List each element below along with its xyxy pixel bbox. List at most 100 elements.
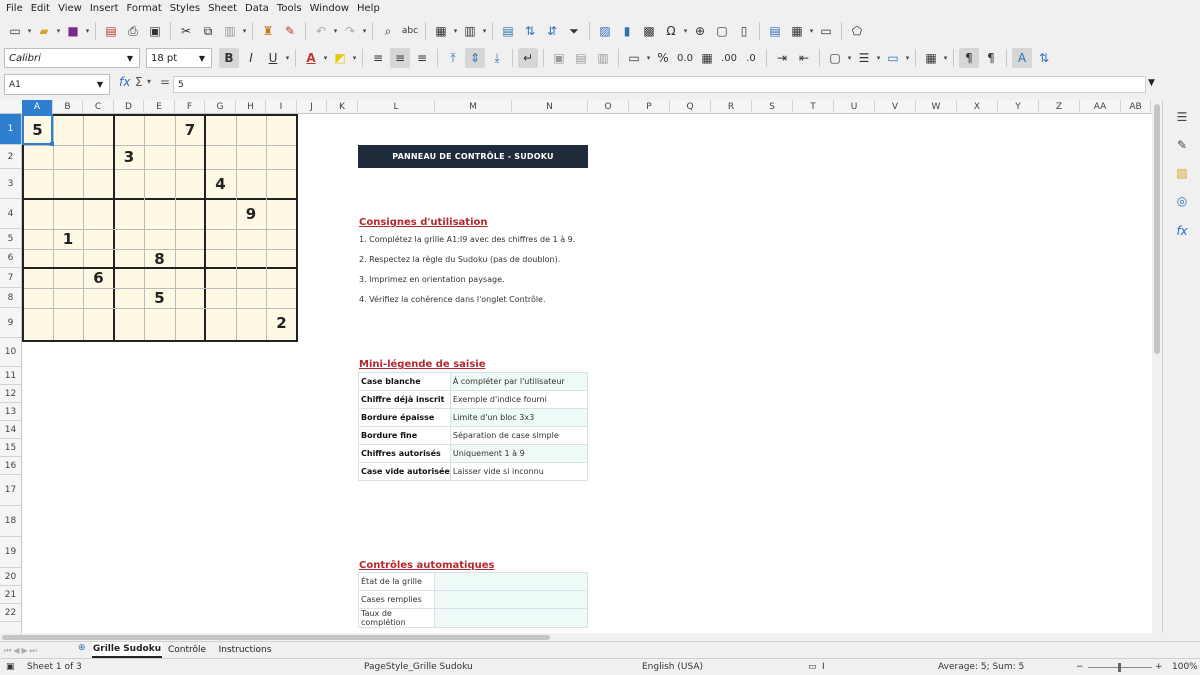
formula-input[interactable]: 5 bbox=[173, 76, 1146, 93]
header-footer-icon[interactable]: ▯ bbox=[734, 21, 754, 41]
freeze-dropdown-icon[interactable]: ▾ bbox=[808, 27, 815, 35]
menu-edit[interactable]: Edit bbox=[29, 3, 56, 14]
language[interactable]: English (USA) bbox=[642, 662, 703, 672]
menu-tools[interactable]: Tools bbox=[275, 3, 308, 14]
row-header-22[interactable]: 22 bbox=[0, 604, 21, 622]
formula-icon[interactable]: = bbox=[160, 75, 170, 89]
border-color-icon[interactable]: ▭ bbox=[883, 48, 903, 68]
text-direction-ltr-icon[interactable]: ¶ bbox=[959, 48, 979, 68]
font-name-dropdown-icon[interactable]: ▼ bbox=[121, 49, 139, 67]
insert-chart-icon[interactable]: ▮ bbox=[617, 21, 637, 41]
sudoku-given-digit[interactable]: 5 bbox=[144, 288, 175, 308]
define-print-area-icon[interactable]: ▤ bbox=[765, 21, 785, 41]
wrap-text-icon[interactable]: ↵ bbox=[518, 48, 538, 68]
legend-value[interactable]: Séparation de case simple bbox=[449, 426, 589, 445]
redo-icon[interactable]: ↷ bbox=[340, 21, 360, 41]
row-header-3[interactable]: 3 bbox=[0, 169, 21, 199]
autofilter-icon[interactable]: ⏷ bbox=[564, 21, 584, 41]
sudoku-grid[interactable]: 5734918652 bbox=[22, 114, 298, 342]
export-pdf-icon[interactable]: ▤ bbox=[101, 21, 121, 41]
row-header-13[interactable]: 13 bbox=[0, 403, 21, 421]
font-size-box[interactable]: 18 pt ▼ bbox=[146, 48, 212, 68]
row-header-19[interactable]: 19 bbox=[0, 537, 21, 568]
navigator-icon[interactable]: ◎ bbox=[1173, 192, 1191, 210]
paste-icon[interactable]: ▥ bbox=[220, 21, 240, 41]
document-modified-icon[interactable]: ▣ bbox=[6, 662, 15, 672]
column-header-t[interactable]: T bbox=[793, 100, 834, 114]
row-header-5[interactable]: 5 bbox=[0, 229, 21, 249]
column-header-s[interactable]: S bbox=[752, 100, 793, 114]
date-format-icon[interactable]: ▦ bbox=[697, 48, 717, 68]
sudoku-given-digit[interactable]: 6 bbox=[83, 268, 114, 288]
row-header-16[interactable]: 16 bbox=[0, 457, 21, 475]
sudoku-given-digit[interactable]: 4 bbox=[205, 169, 236, 199]
add-decimal-icon[interactable]: .00 bbox=[719, 48, 739, 68]
properties-icon[interactable]: ☰ bbox=[1173, 108, 1191, 126]
control-key[interactable]: État de la grille bbox=[358, 572, 435, 591]
tab-controle[interactable]: Contrôle bbox=[164, 642, 210, 658]
text-horizontal-icon[interactable]: A bbox=[1012, 48, 1032, 68]
sudoku-given-digit[interactable]: 3 bbox=[114, 145, 144, 169]
print-icon[interactable]: ⎙ bbox=[123, 21, 143, 41]
menu-data[interactable]: Data bbox=[243, 3, 275, 14]
menu-format[interactable]: Format bbox=[125, 3, 168, 14]
last-sheet-icon[interactable]: ⏭ bbox=[30, 646, 37, 656]
open-dropdown-icon[interactable]: ▾ bbox=[55, 27, 62, 35]
horizontal-scrollbar[interactable] bbox=[0, 633, 1152, 641]
legend-key[interactable]: Case vide autorisée bbox=[358, 462, 451, 481]
next-sheet-icon[interactable]: ▶ bbox=[21, 646, 27, 655]
highlighting-dropdown-icon[interactable]: ▾ bbox=[351, 54, 358, 62]
column-header-n[interactable]: N bbox=[512, 100, 588, 114]
menu-insert[interactable]: Insert bbox=[88, 3, 125, 14]
border-color-dropdown-icon[interactable]: ▾ bbox=[904, 54, 911, 62]
special-character-icon[interactable]: Ω bbox=[661, 21, 681, 41]
align-bottom-icon[interactable]: ⤓ bbox=[487, 48, 507, 68]
menu-sheet[interactable]: Sheet bbox=[206, 3, 243, 14]
copy-icon[interactable]: ⧉ bbox=[198, 21, 218, 41]
find-replace-icon[interactable]: ⌕ bbox=[378, 21, 398, 41]
menu-file[interactable]: File bbox=[4, 3, 29, 14]
save-icon[interactable]: ■ bbox=[63, 21, 83, 41]
insert-image-icon[interactable]: ▨ bbox=[595, 21, 615, 41]
row-dropdown-icon[interactable]: ▾ bbox=[452, 27, 459, 35]
bold-icon[interactable]: B bbox=[219, 48, 239, 68]
row-icon[interactable]: ▦ bbox=[431, 21, 451, 41]
italic-icon[interactable]: I bbox=[241, 48, 261, 68]
undo-dropdown-icon[interactable]: ▾ bbox=[332, 27, 339, 35]
headers-icon[interactable]: ▤ bbox=[498, 21, 518, 41]
legend-key[interactable]: Chiffres autorisés bbox=[358, 444, 451, 463]
legend-value[interactable]: Laisser vide si inconnu bbox=[449, 462, 589, 481]
row-header-15[interactable]: 15 bbox=[0, 439, 21, 457]
currency-format-icon[interactable]: ▭ bbox=[624, 48, 644, 68]
row-header-8[interactable]: 8 bbox=[0, 288, 21, 308]
row-header-4[interactable]: 4 bbox=[0, 199, 21, 229]
legend-value[interactable]: Exemple d'indice fourni bbox=[449, 390, 589, 409]
decrease-indent-icon[interactable]: ⇤ bbox=[794, 48, 814, 68]
tab-grille-sudoku[interactable]: Grille Sudoku bbox=[92, 642, 162, 658]
borders-dropdown-icon[interactable]: ▾ bbox=[846, 54, 853, 62]
column-dropdown-icon[interactable]: ▾ bbox=[481, 27, 488, 35]
column-header-i[interactable]: I bbox=[266, 100, 297, 114]
column-header-e[interactable]: E bbox=[144, 100, 175, 114]
legend-value[interactable]: Uniquement 1 à 9 bbox=[449, 444, 589, 463]
selection-mode-icon[interactable]: ▭ bbox=[808, 662, 817, 672]
row-header-14[interactable]: 14 bbox=[0, 421, 21, 439]
border-style-dropdown-icon[interactable]: ▾ bbox=[875, 54, 882, 62]
column-header-l[interactable]: L bbox=[358, 100, 435, 114]
legend-key[interactable]: Bordure épaisse bbox=[358, 408, 451, 427]
legend-key[interactable]: Bordure fine bbox=[358, 426, 451, 445]
redo-dropdown-icon[interactable]: ▾ bbox=[361, 27, 368, 35]
number-format-icon[interactable]: 0.0 bbox=[675, 48, 695, 68]
sum-icon[interactable]: Σ bbox=[135, 75, 143, 89]
column-header-a[interactable]: A bbox=[22, 100, 53, 114]
column-header-c[interactable]: C bbox=[83, 100, 114, 114]
control-value[interactable] bbox=[434, 572, 588, 591]
menu-view[interactable]: View bbox=[56, 3, 88, 14]
open-folder-icon[interactable]: ▰ bbox=[34, 21, 54, 41]
menu-window[interactable]: Window bbox=[308, 3, 355, 14]
save-dropdown-icon[interactable]: ▾ bbox=[84, 27, 91, 35]
special-character-dropdown-icon[interactable]: ▾ bbox=[682, 27, 689, 35]
paste-dropdown-icon[interactable]: ▾ bbox=[241, 27, 248, 35]
new-document-icon[interactable]: ▭ bbox=[5, 21, 25, 41]
font-name-box[interactable]: Calibri ▼ bbox=[4, 48, 140, 68]
